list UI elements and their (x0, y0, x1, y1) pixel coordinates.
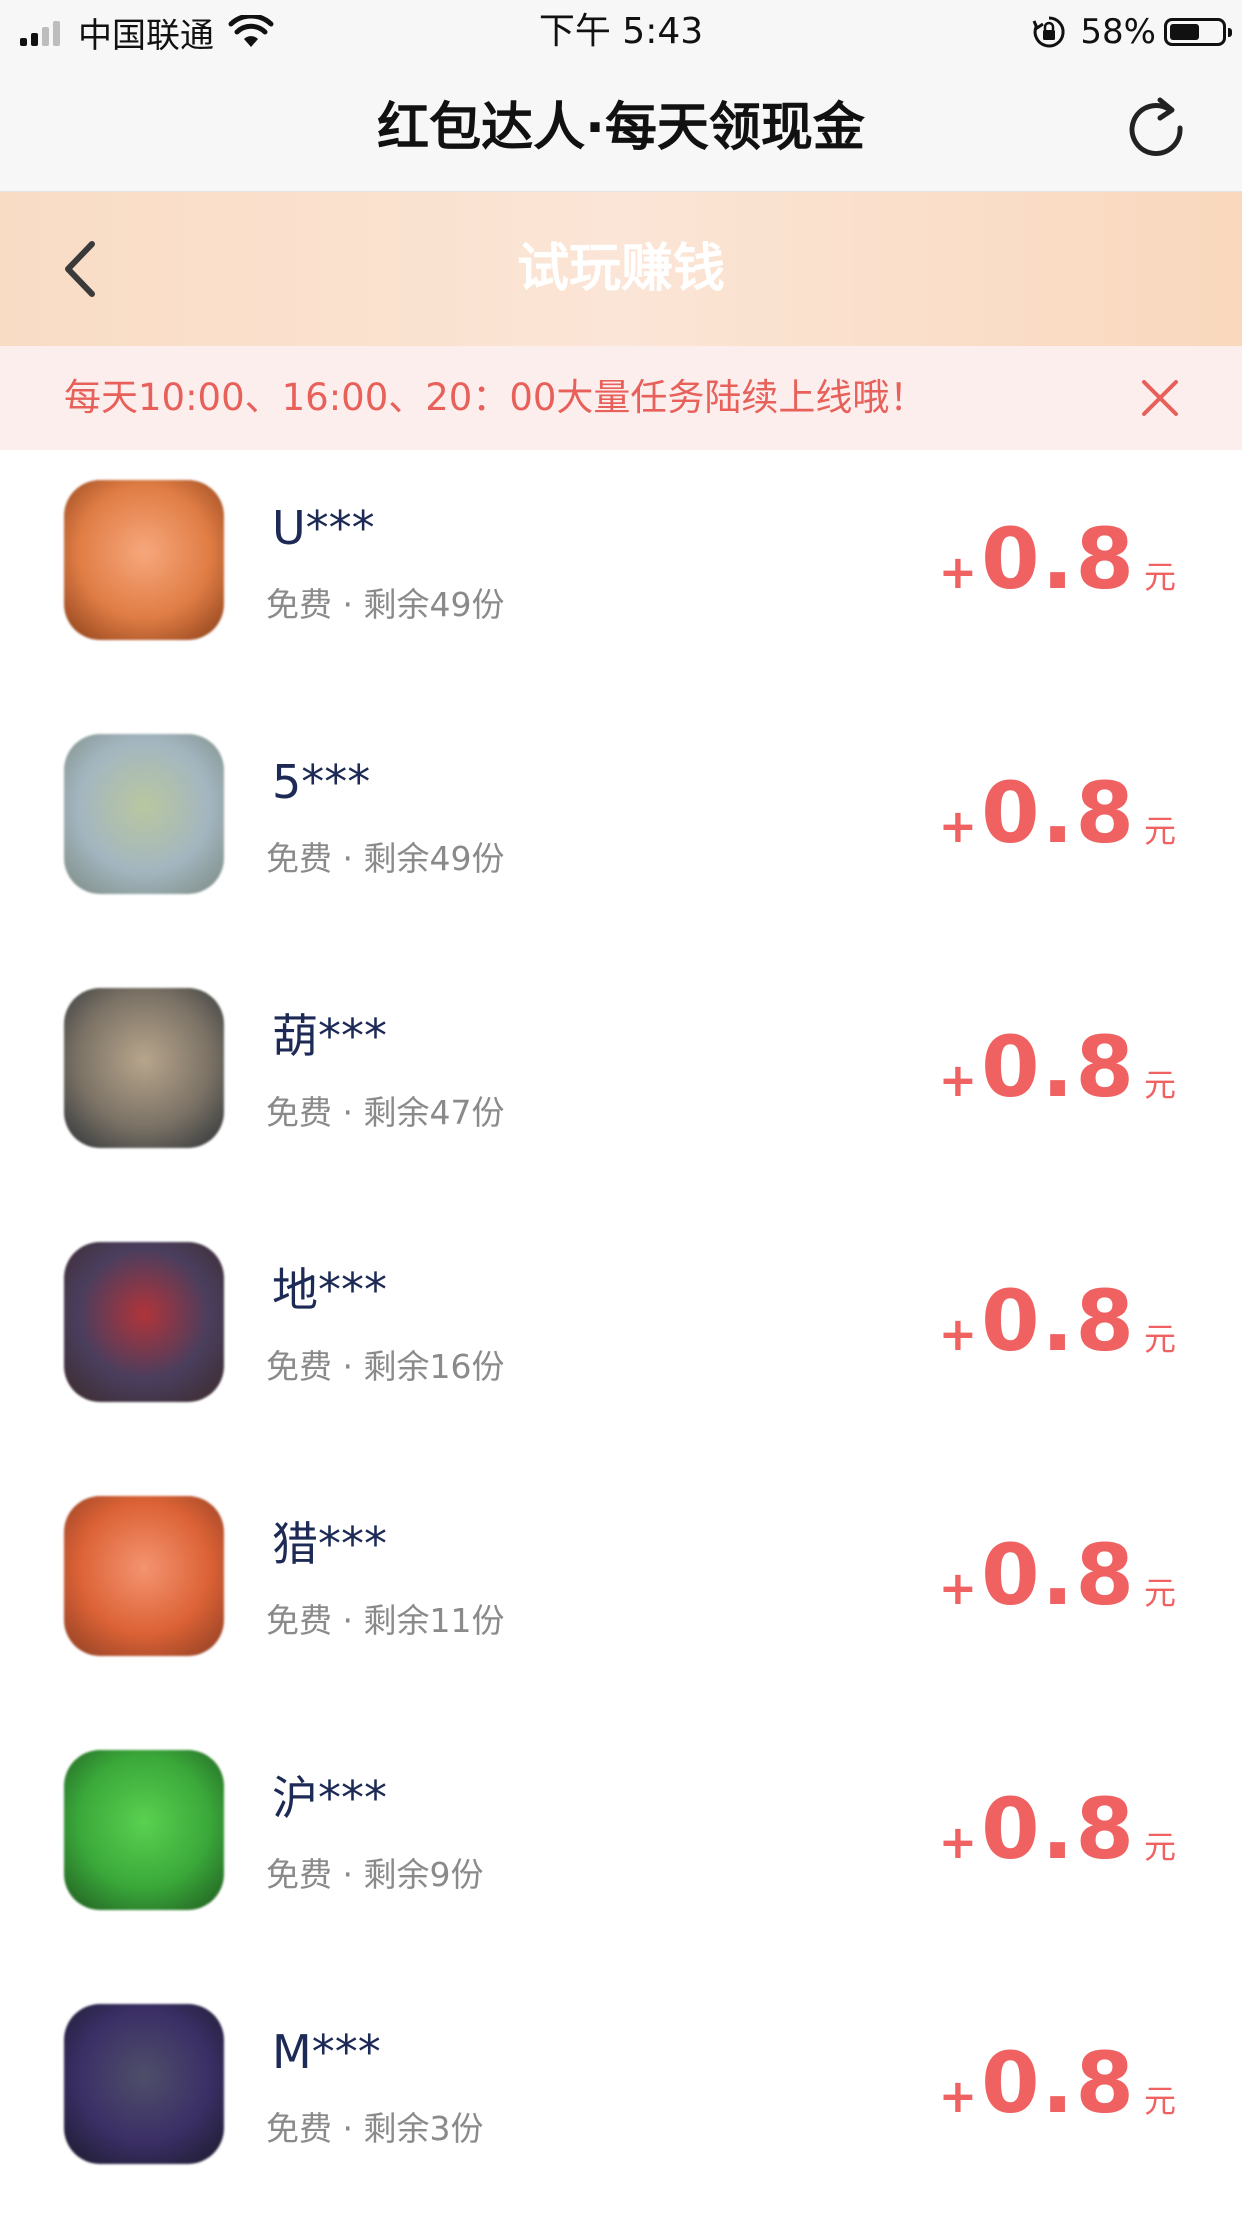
rotation-lock-icon (1033, 16, 1065, 48)
task-item[interactable]: U*** 免费 · 剩余49份 +0.8 元 (0, 450, 1242, 704)
task-meta: 免费 · 剩余49份 (266, 585, 505, 624)
reward-value: 0.8 (981, 1272, 1136, 1370)
reward-amount: +0.8 元 (939, 1526, 1176, 1626)
refresh-icon[interactable] (1120, 92, 1192, 164)
reward-amount: +0.8 元 (939, 510, 1176, 610)
notice-text: 每天10:00、16:00、20：00大量任务陆续上线哦！ (64, 376, 927, 419)
task-item[interactable]: 沪*** 免费 · 剩余9份 +0.8 元 (0, 1720, 1242, 1974)
reward-plus: + (938, 799, 978, 853)
nav-bar: 红包达人·每天领现金 (0, 64, 1242, 192)
task-name: U*** (272, 501, 375, 555)
reward-unit: 元 (1143, 812, 1176, 850)
reward-amount: +0.8 元 (939, 1018, 1176, 1118)
reward-unit: 元 (1143, 2082, 1176, 2120)
notice-banner: 每天10:00、16:00、20：00大量任务陆续上线哦！ (0, 346, 1242, 450)
task-name: M*** (272, 2025, 381, 2079)
app-icon (64, 2004, 224, 2164)
app-icon (64, 1750, 224, 1910)
reward-value: 0.8 (981, 2034, 1136, 2132)
reward-unit: 元 (1143, 1320, 1176, 1358)
reward-value: 0.8 (981, 1780, 1136, 1878)
reward-amount: +0.8 元 (939, 764, 1176, 864)
reward-plus: + (938, 545, 978, 599)
task-name: 5*** (272, 755, 371, 809)
page-header: 试玩赚钱 (0, 192, 1242, 346)
reward-value: 0.8 (981, 1526, 1136, 1624)
reward-unit: 元 (1143, 558, 1176, 596)
app-icon (64, 988, 224, 1148)
app-icon (64, 1242, 224, 1402)
reward-plus: + (938, 2069, 978, 2123)
task-item[interactable]: 猎*** 免费 · 剩余11份 +0.8 元 (0, 1466, 1242, 1720)
battery-icon (1164, 18, 1232, 46)
status-bar: 中国联通 下午 5:43 58% (0, 0, 1242, 64)
task-list: U*** 免费 · 剩余49份 +0.8 元 5*** 免费 · 剩余49份 +0.8 元葫*… (0, 450, 1242, 2228)
task-item[interactable]: 5*** 免费 · 剩余49份 +0.8 元 (0, 704, 1242, 958)
app-icon (64, 734, 224, 894)
task-item[interactable]: 葫*** 免费 · 剩余47份 +0.8 元 (0, 958, 1242, 1212)
task-item[interactable]: M*** 免费 · 剩余3份 +0.8 元 (0, 1974, 1242, 2228)
reward-plus: + (938, 1561, 978, 1615)
task-meta: 免费 · 剩余9份 (266, 1855, 484, 1894)
task-name: 沪*** (272, 1771, 387, 1825)
reward-plus: + (938, 1815, 978, 1869)
reward-value: 0.8 (981, 510, 1136, 608)
battery-fill (1170, 24, 1199, 40)
task-name: 葫*** (272, 1009, 387, 1063)
reward-unit: 元 (1143, 1066, 1176, 1104)
battery-percent: 58% (1080, 12, 1156, 52)
close-icon[interactable] (1138, 376, 1182, 420)
reward-unit: 元 (1143, 1828, 1176, 1866)
task-meta: 免费 · 剩余16份 (266, 1347, 505, 1386)
task-name: 猎*** (272, 1517, 387, 1571)
task-meta: 免费 · 剩余11份 (266, 1601, 505, 1640)
reward-value: 0.8 (981, 764, 1136, 862)
reward-plus: + (938, 1307, 978, 1361)
nav-title: 红包达人·每天领现金 (377, 98, 865, 158)
reward-amount: +0.8 元 (939, 2034, 1176, 2134)
reward-amount: +0.8 元 (939, 1272, 1176, 1372)
app-icon (64, 1496, 224, 1656)
task-item[interactable]: 地*** 免费 · 剩余16份 +0.8 元 (0, 1212, 1242, 1466)
status-right: 58% (1032, 8, 1232, 56)
task-meta: 免费 · 剩余49份 (266, 839, 505, 878)
reward-value: 0.8 (981, 1018, 1136, 1116)
reward-amount: +0.8 元 (939, 1780, 1176, 1880)
app-icon (64, 480, 224, 640)
task-name: 地*** (272, 1263, 387, 1317)
task-meta: 免费 · 剩余47份 (266, 1093, 505, 1132)
reward-plus: + (938, 1053, 978, 1107)
page-title: 试玩赚钱 (516, 239, 725, 299)
reward-unit: 元 (1143, 1574, 1176, 1612)
task-meta: 免费 · 剩余3份 (266, 2109, 484, 2148)
